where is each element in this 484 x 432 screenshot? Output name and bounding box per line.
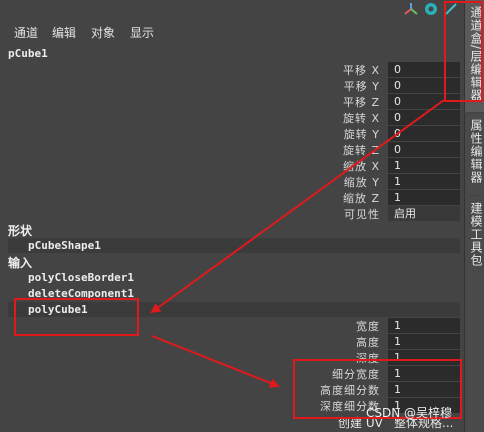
watermark: CSDN @吴梓穆 (366, 406, 453, 420)
annotation-arrows (150, 99, 445, 388)
arrow-to-polycube (150, 99, 445, 314)
arrow-to-subdivisions (151, 335, 280, 388)
